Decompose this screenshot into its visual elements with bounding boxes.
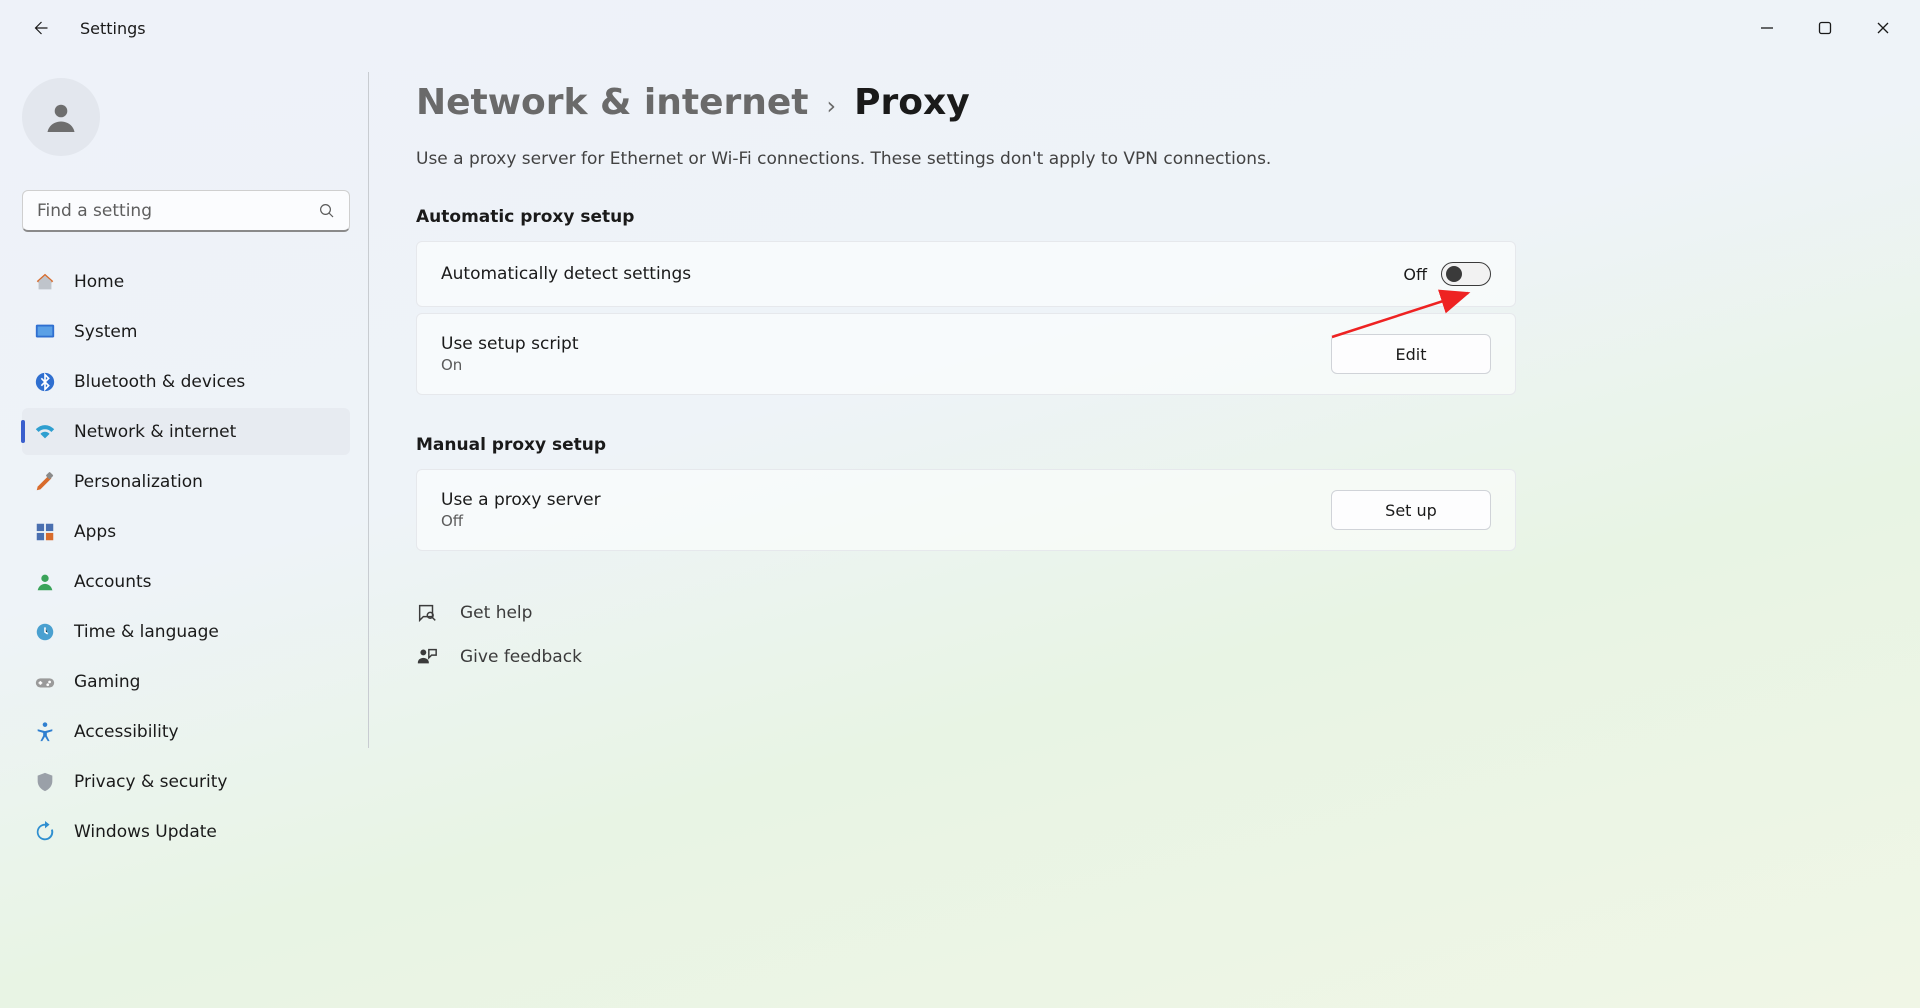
search-input[interactable] <box>22 190 350 232</box>
user-icon <box>43 99 79 135</box>
shield-icon <box>34 771 56 793</box>
page-title: Proxy <box>854 82 970 123</box>
sidebar-item-label: Accessibility <box>74 722 179 742</box>
sidebar-item-label: Gaming <box>74 672 140 692</box>
sidebar-item-network[interactable]: Network & internet <box>22 408 350 455</box>
get-help-link[interactable]: Get help <box>416 591 1516 635</box>
clock-icon <box>34 621 56 643</box>
section-title-auto: Automatic proxy setup <box>416 207 1516 227</box>
auto-detect-toggle[interactable] <box>1441 262 1491 286</box>
apps-icon <box>34 521 56 543</box>
sidebar: Home System Bluetooth & devices Network … <box>0 56 370 1008</box>
give-feedback-label: Give feedback <box>460 647 582 667</box>
manual-proxy-label: Use a proxy server <box>441 490 1331 510</box>
close-button[interactable] <box>1854 0 1912 56</box>
card-setup-script: Use setup script On Edit <box>416 313 1516 395</box>
sidebar-item-label: Personalization <box>74 472 203 492</box>
sidebar-item-label: Windows Update <box>74 822 217 842</box>
wifi-icon <box>34 421 56 443</box>
sidebar-item-system[interactable]: System <box>22 308 350 355</box>
sidebar-item-personalization[interactable]: Personalization <box>22 458 350 505</box>
avatar[interactable] <box>22 78 100 156</box>
window-controls <box>1738 0 1912 56</box>
minimize-button[interactable] <box>1738 0 1796 56</box>
close-icon <box>1876 21 1890 35</box>
edit-button[interactable]: Edit <box>1331 334 1491 374</box>
sidebar-item-label: Apps <box>74 522 116 542</box>
gamepad-icon <box>34 671 56 693</box>
sidebar-item-accessibility[interactable]: Accessibility <box>22 708 350 755</box>
maximize-icon <box>1818 21 1832 35</box>
sidebar-nav: Home System Bluetooth & devices Network … <box>22 258 350 855</box>
accessibility-icon <box>34 721 56 743</box>
accounts-icon <box>34 571 56 593</box>
home-icon <box>34 271 56 293</box>
card-auto-detect: Automatically detect settings Off <box>416 241 1516 307</box>
brush-icon <box>34 471 56 493</box>
section-title-manual: Manual proxy setup <box>416 435 1516 455</box>
page-subtext: Use a proxy server for Ethernet or Wi-Fi… <box>416 149 1516 169</box>
chevron-right-icon: › <box>827 92 837 120</box>
manual-proxy-state: Off <box>441 512 1331 530</box>
sidebar-item-label: Bluetooth & devices <box>74 372 245 392</box>
sidebar-item-label: Home <box>74 272 124 292</box>
sidebar-divider <box>368 72 369 748</box>
sidebar-item-label: Network & internet <box>74 422 236 442</box>
give-feedback-link[interactable]: Give feedback <box>416 635 1516 679</box>
maximize-button[interactable] <box>1796 0 1854 56</box>
get-help-label: Get help <box>460 603 532 623</box>
bluetooth-icon <box>34 371 56 393</box>
sidebar-item-time[interactable]: Time & language <box>22 608 350 655</box>
back-button[interactable] <box>26 14 54 42</box>
sidebar-item-label: Time & language <box>74 622 219 642</box>
setup-script-label: Use setup script <box>441 334 1331 354</box>
feedback-icon <box>416 646 438 668</box>
update-icon <box>34 821 56 843</box>
window-title: Settings <box>80 19 146 38</box>
toggle-knob <box>1446 266 1462 282</box>
sidebar-item-accounts[interactable]: Accounts <box>22 558 350 605</box>
sidebar-item-privacy[interactable]: Privacy & security <box>22 758 350 805</box>
sidebar-item-label: Privacy & security <box>74 772 228 792</box>
breadcrumb: Network & internet › Proxy <box>416 82 1516 123</box>
sidebar-item-label: System <box>74 322 137 342</box>
sidebar-item-gaming[interactable]: Gaming <box>22 658 350 705</box>
titlebar: Settings <box>0 0 1920 56</box>
help-icon <box>416 602 438 624</box>
main: Network & internet › Proxy Use a proxy s… <box>370 56 1920 1008</box>
sidebar-item-update[interactable]: Windows Update <box>22 808 350 855</box>
sidebar-item-bluetooth[interactable]: Bluetooth & devices <box>22 358 350 405</box>
minimize-icon <box>1760 21 1774 35</box>
system-icon <box>34 321 56 343</box>
search-wrap <box>22 190 350 232</box>
sidebar-item-label: Accounts <box>74 572 152 592</box>
breadcrumb-parent[interactable]: Network & internet <box>416 82 809 123</box>
sidebar-item-apps[interactable]: Apps <box>22 508 350 555</box>
arrow-left-icon <box>31 19 49 37</box>
setup-script-state: On <box>441 356 1331 374</box>
auto-detect-state: Off <box>1403 265 1427 284</box>
sidebar-item-home[interactable]: Home <box>22 258 350 305</box>
search-icon <box>318 202 336 220</box>
setup-button[interactable]: Set up <box>1331 490 1491 530</box>
card-manual-proxy: Use a proxy server Off Set up <box>416 469 1516 551</box>
auto-detect-label: Automatically detect settings <box>441 264 1403 284</box>
